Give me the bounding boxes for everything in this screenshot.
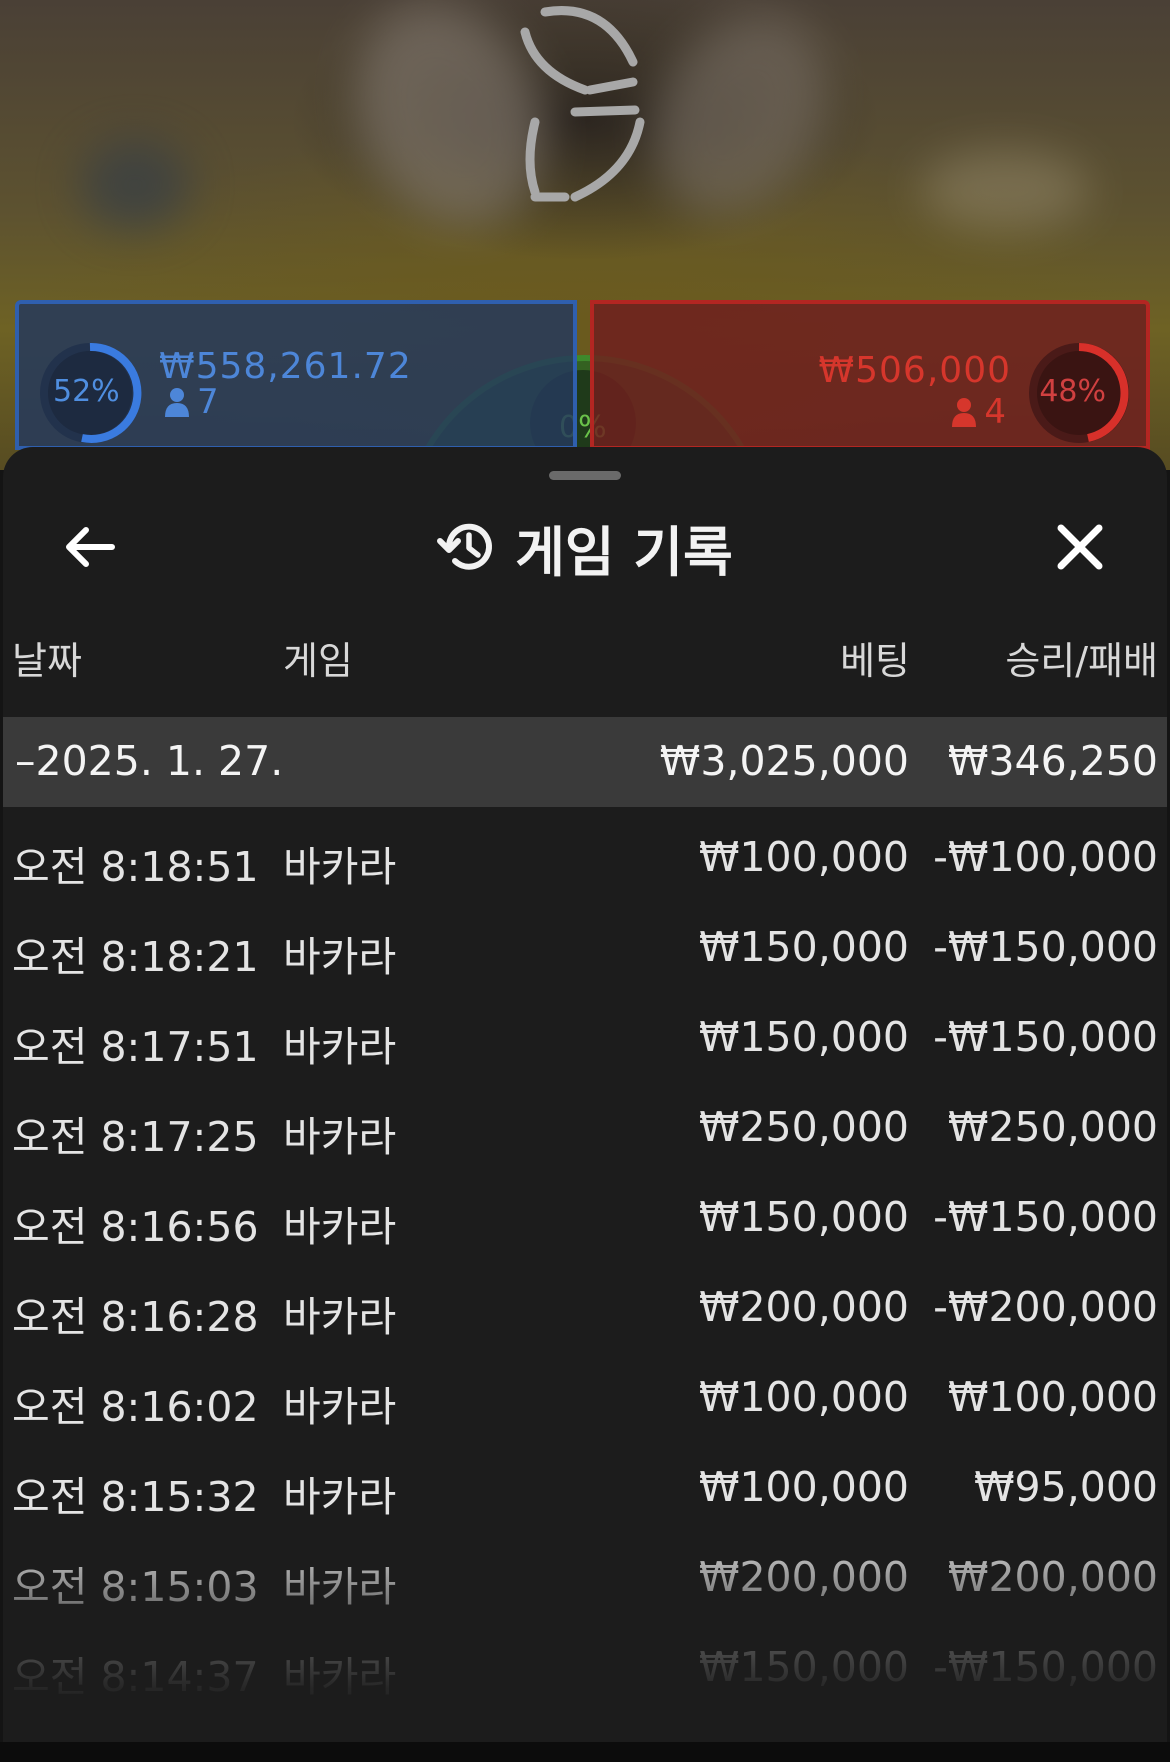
player-bet-panel[interactable]: 52% ₩558,261.72 7 (15, 300, 577, 450)
player-total-amount: ₩558,261.72 (159, 346, 412, 387)
group-date: –2025. 1. 27. (15, 737, 284, 785)
row-win-loss: -₩150,000 (933, 1013, 1158, 1061)
history-icon (437, 523, 493, 570)
row-game: 바카라 (283, 1113, 397, 1161)
banker-percent: 48% (1039, 374, 1106, 409)
header-game: 게임 (283, 639, 353, 683)
table-header: 날짜 게임 베팅 승리/패배 (3, 630, 1167, 690)
table-row[interactable]: 오전 8:16:02 바카라 ₩100,000 ₩100,000 (3, 1347, 1167, 1437)
row-win-loss: -₩100,000 (933, 833, 1158, 881)
player-count: 7 (165, 382, 219, 422)
background-blur-shape (80, 140, 190, 230)
row-game: 바카라 (283, 933, 397, 981)
header-bet: 베팅 (840, 639, 910, 683)
row-bet: ₩250,000 (698, 1103, 909, 1151)
row-win-loss: -₩150,000 (933, 923, 1158, 971)
row-game: 바카라 (283, 1383, 397, 1431)
row-time: 오전 8:14:37 (12, 1653, 259, 1701)
row-game: 바카라 (283, 1293, 397, 1341)
banker-total-amount: ₩506,000 (818, 350, 1011, 391)
row-game: 바카라 (283, 1653, 397, 1701)
history-list: 오전 8:18:51 바카라 ₩100,000 -₩100,000 오전 8:1… (3, 807, 1167, 1707)
row-bet: ₩100,000 (698, 1373, 909, 1421)
table-row[interactable]: 오전 8:17:25 바카라 ₩250,000 ₩250,000 (3, 1077, 1167, 1167)
row-time: 오전 8:16:56 (12, 1203, 259, 1251)
game-background: 0% 52% ₩558,261.72 7 48% ₩506,000 4 (0, 0, 1170, 555)
person-icon (952, 398, 977, 427)
row-game: 바카라 (283, 1563, 397, 1611)
row-win-loss: -₩150,000 (933, 1643, 1158, 1691)
row-game: 바카라 (283, 1473, 397, 1521)
row-game: 바카라 (283, 1023, 397, 1071)
game-logo (520, 6, 645, 202)
row-time: 오전 8:17:51 (12, 1023, 259, 1071)
row-game: 바카라 (283, 843, 397, 891)
header-win-loss: 승리/패배 (1005, 639, 1158, 683)
row-time: 오전 8:16:02 (12, 1383, 259, 1431)
row-time: 오전 8:18:21 (12, 933, 259, 981)
row-bet: ₩100,000 (698, 833, 909, 881)
background-blur-shape (920, 150, 1090, 230)
row-win-loss: ₩250,000 (947, 1103, 1158, 1151)
table-row[interactable]: 오전 8:16:28 바카라 ₩200,000 -₩200,000 (3, 1257, 1167, 1347)
group-total-bet: ₩3,025,000 (659, 737, 909, 785)
row-bet: ₩150,000 (698, 1643, 909, 1691)
person-icon (165, 388, 189, 417)
row-bet: ₩200,000 (698, 1553, 909, 1601)
row-win-loss: -₩150,000 (933, 1193, 1158, 1241)
header-date: 날짜 (12, 639, 82, 683)
table-row[interactable]: 오전 8:17:51 바카라 ₩150,000 -₩150,000 (3, 987, 1167, 1077)
table-row[interactable]: 오전 8:15:03 바카라 ₩200,000 ₩200,000 (3, 1527, 1167, 1617)
date-group-row[interactable]: –2025. 1. 27. ₩3,025,000 ₩346,250 (3, 717, 1167, 807)
row-win-loss: -₩200,000 (933, 1283, 1158, 1331)
bottom-edge (0, 1742, 1170, 1762)
row-time: 오전 8:17:25 (12, 1113, 259, 1161)
table-row[interactable]: 오전 8:16:56 바카라 ₩150,000 -₩150,000 (3, 1167, 1167, 1257)
game-history-sheet: 게임 기록 날짜 게임 베팅 승리/패배 –2025. 1. 27. ₩3,02… (3, 447, 1167, 1742)
row-time: 오전 8:15:03 (12, 1563, 259, 1611)
close-icon (1057, 524, 1103, 570)
player-percent: 52% (53, 374, 120, 409)
table-row[interactable]: 오전 8:18:51 바카라 ₩100,000 -₩100,000 (3, 807, 1167, 897)
row-time: 오전 8:15:32 (12, 1473, 259, 1521)
row-bet: ₩150,000 (698, 1013, 909, 1061)
banker-count-value: 4 (984, 392, 1006, 432)
page: 0% 52% ₩558,261.72 7 48% ₩506,000 4 게임 기… (0, 0, 1170, 1762)
row-game: 바카라 (283, 1203, 397, 1251)
table-row[interactable]: 오전 8:18:21 바카라 ₩150,000 -₩150,000 (3, 897, 1167, 987)
row-bet: ₩100,000 (698, 1463, 909, 1511)
player-count-value: 7 (197, 382, 219, 422)
row-win-loss: ₩95,000 (974, 1463, 1158, 1511)
row-time: 오전 8:18:51 (12, 843, 259, 891)
banker-count: 4 (952, 392, 1006, 432)
table-row[interactable]: 오전 8:15:32 바카라 ₩100,000 ₩95,000 (3, 1437, 1167, 1527)
row-time: 오전 8:16:28 (12, 1293, 259, 1341)
page-title: 게임 기록 (515, 520, 733, 584)
sheet-header: 게임 기록 (3, 507, 1167, 587)
sheet-drag-handle[interactable] (549, 471, 621, 480)
row-win-loss: ₩100,000 (947, 1373, 1158, 1421)
row-bet: ₩200,000 (698, 1283, 909, 1331)
row-bet: ₩150,000 (698, 1193, 909, 1241)
table-row[interactable]: 오전 8:14:37 바카라 ₩150,000 -₩150,000 (3, 1617, 1167, 1707)
group-total-win-loss: ₩346,250 (947, 737, 1158, 785)
banker-bet-panel[interactable]: 48% ₩506,000 4 (590, 300, 1150, 450)
row-win-loss: ₩200,000 (947, 1553, 1158, 1601)
close-button[interactable] (1048, 515, 1112, 579)
row-bet: ₩150,000 (698, 923, 909, 971)
